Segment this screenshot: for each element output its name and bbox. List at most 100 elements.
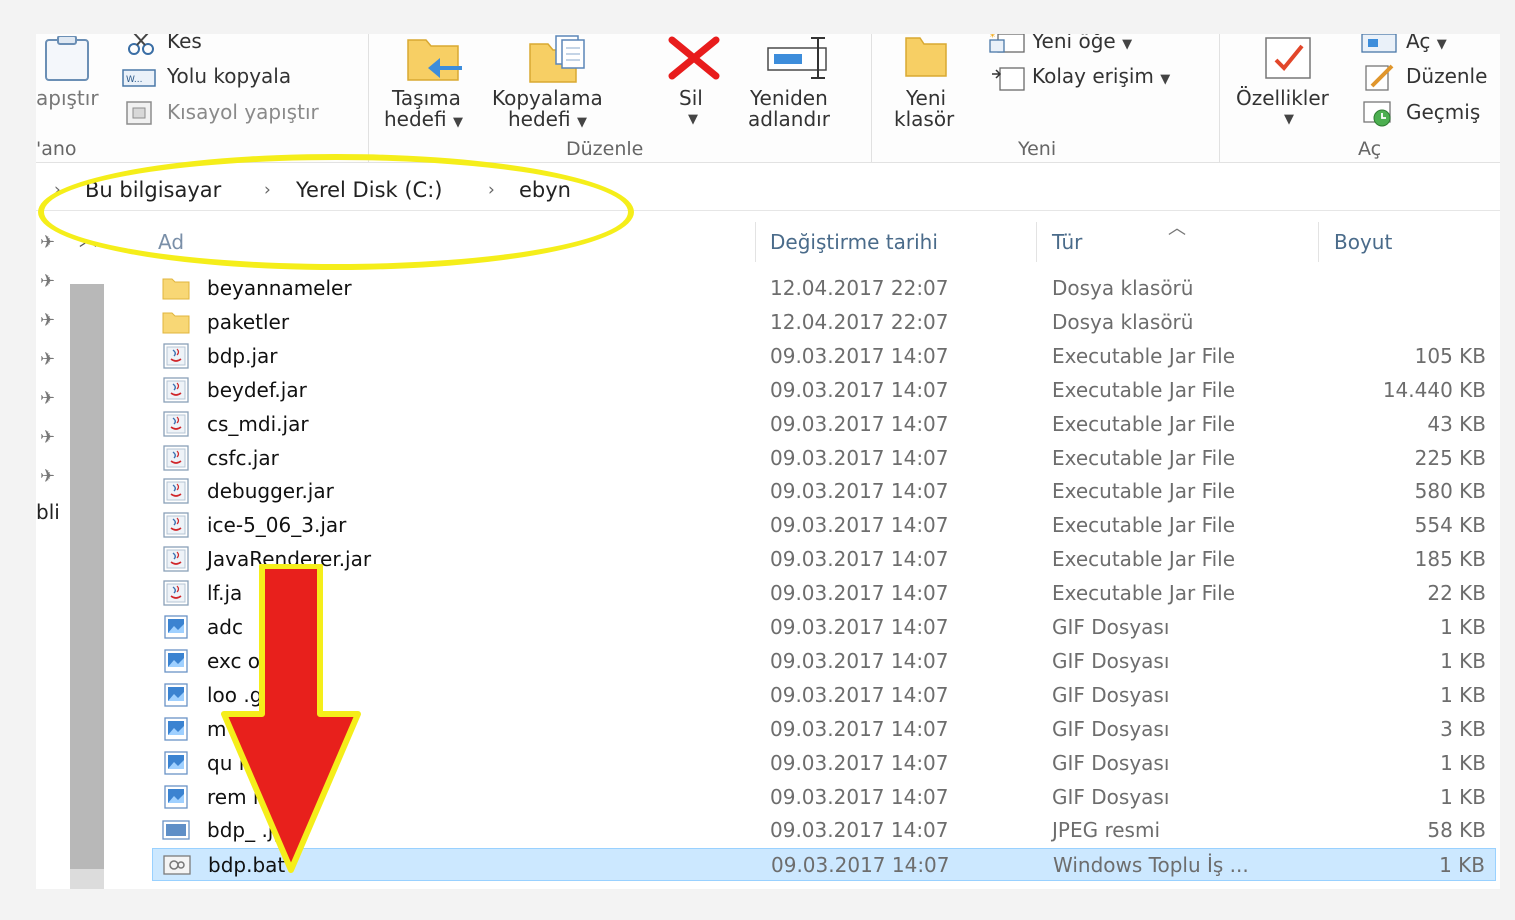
- file-type: GIF Dosyası: [1052, 615, 1170, 639]
- paste-shortcut-button[interactable]: Kısayol yapıştır: [167, 100, 319, 124]
- file-size: 580 KB: [1414, 479, 1486, 504]
- file-type: Executable Jar File: [1052, 479, 1236, 504]
- table-row[interactable]: beyannameler 12.04.2017 22:07 Dosya klasör…: [152, 272, 1496, 305]
- rename-button[interactable]: adlandır: [748, 107, 830, 131]
- column-separator[interactable]: [755, 222, 756, 262]
- easy-access-button[interactable]: Kolay erişim ▼: [1032, 64, 1170, 88]
- scrollbar-thumb[interactable]: [70, 284, 104, 869]
- properties-button[interactable]: Özellikler: [1236, 86, 1329, 110]
- new-folder-button[interactable]: klasör: [894, 107, 954, 131]
- java-jar-icon: [162, 377, 190, 403]
- java-jar-icon: [162, 512, 190, 538]
- file-size: 1 KB: [1440, 682, 1486, 707]
- open-group-label: Aç: [1358, 138, 1382, 160]
- file-date: 09.03.2017 14:07: [770, 411, 949, 436]
- gif-image-icon: [162, 614, 190, 640]
- file-size: 105 KB: [1414, 343, 1486, 368]
- file-size: 554 KB: [1414, 513, 1486, 538]
- pin-icon[interactable]: ✈: [40, 349, 55, 370]
- table-row[interactable]: beydef.jar 09.03.2017 14:07 Executable Jar…: [152, 374, 1496, 407]
- cut-button[interactable]: Kes: [167, 34, 202, 53]
- easy-access-icon: [990, 64, 1026, 96]
- gif-image-icon: [162, 648, 190, 674]
- java-jar-icon: [162, 478, 190, 505]
- file-type: Executable Jar File: [1052, 581, 1236, 606]
- copy-to-label-2[interactable]: hedefi ▼: [508, 107, 587, 131]
- column-separator[interactable]: [1318, 222, 1319, 262]
- column-header-type[interactable]: Tür: [1052, 230, 1082, 254]
- new-item-button[interactable]: Yeni öğe ▼: [1032, 34, 1132, 53]
- file-size: 14.440 KB: [1382, 377, 1486, 402]
- file-type: Dosya klasörü: [1052, 276, 1194, 300]
- folder-icon: [162, 275, 190, 301]
- paste-icon[interactable]: [42, 35, 92, 86]
- file-name: beydef.jar: [207, 377, 307, 402]
- file-size: 58 KB: [1427, 818, 1486, 843]
- pin-icon[interactable]: ✈: [40, 466, 55, 487]
- file-type: Executable Jar File: [1052, 547, 1236, 572]
- file-name: paketler: [207, 309, 290, 334]
- table-row[interactable]: bdp.jar 09.03.2017 14:07 Executable Jar Fi…: [152, 340, 1496, 373]
- table-row[interactable]: csfc.jar 09.03.2017 14:07 Executable Jar F…: [152, 442, 1496, 475]
- file-type: Executable Jar File: [1052, 445, 1236, 470]
- file-type: Executable Jar File: [1052, 411, 1236, 436]
- file-explorer-window: apıştır Kes W... Yolu kopyala Kısayol ya…: [36, 34, 1500, 889]
- red-arrow-annotation: [221, 564, 361, 873]
- gif-image-icon: [162, 784, 190, 810]
- table-row[interactable]: cs_mdi.jar 09.03.2017 14:07 Executable Jar…: [152, 408, 1496, 441]
- column-header-date[interactable]: Değiştirme tarihi: [770, 230, 938, 254]
- table-row[interactable]: paketler 12.04.2017 22:07 Dosya klasörü: [152, 306, 1496, 339]
- copy-path-button[interactable]: Yolu kopyala: [167, 64, 291, 88]
- pin-icon[interactable]: ✈: [40, 388, 55, 409]
- file-type: Executable Jar File: [1052, 343, 1236, 368]
- chevron-down-icon: ▼: [1436, 37, 1447, 52]
- paste-shortcut-icon: [124, 100, 154, 130]
- history-button[interactable]: Geçmiş: [1406, 100, 1480, 124]
- delete-icon[interactable]: [666, 36, 722, 84]
- table-row[interactable]: debugger.jar 09.03.2017 14:07 Executable J…: [152, 475, 1496, 508]
- copy-to-button[interactable]: hedefi: [508, 107, 571, 131]
- paste-button[interactable]: apıştır: [36, 86, 99, 110]
- open-button[interactable]: Aç ▼: [1406, 34, 1447, 53]
- chevron-down-icon: ▼: [1122, 37, 1133, 52]
- properties-icon: [1262, 34, 1316, 86]
- organize-group-label: Düzenle: [566, 138, 644, 160]
- new-group-label: Yeni: [1018, 138, 1057, 160]
- chevron-down-icon: ▼: [452, 115, 463, 130]
- table-row[interactable]: ice-5_06_3.jar 09.03.2017 14:07 Executable…: [152, 509, 1496, 542]
- file-name: cs_mdi.jar: [207, 411, 309, 436]
- pin-icon[interactable]: ✈: [40, 232, 55, 253]
- file-size: 22 KB: [1427, 581, 1486, 606]
- file-date: 09.03.2017 14:07: [770, 615, 949, 639]
- ribbon-separator: [368, 34, 369, 162]
- file-date: 09.03.2017 14:07: [770, 581, 949, 606]
- edit-button[interactable]: Düzenle: [1406, 64, 1487, 88]
- nav-item-label[interactable]: bli: [36, 500, 60, 524]
- file-name: bdp.jar: [207, 343, 278, 368]
- edit-icon: [1362, 62, 1396, 96]
- new-item-icon: *: [988, 34, 1028, 58]
- file-size: 3 KB: [1440, 716, 1486, 741]
- delete-button[interactable]: Sil: [679, 86, 703, 110]
- new-item-label: Yeni öğe: [1032, 34, 1116, 53]
- pin-icon[interactable]: ✈: [40, 310, 55, 331]
- file-type: Dosya klasörü: [1052, 309, 1194, 334]
- file-size: 1 KB: [1440, 784, 1486, 809]
- file-date: 09.03.2017 14:07: [770, 648, 949, 673]
- pin-icon[interactable]: ✈: [40, 427, 55, 448]
- file-size: 185 KB: [1414, 547, 1486, 572]
- sort-ascending-icon: ︿: [1168, 218, 1186, 239]
- move-to-button[interactable]: hedefi: [384, 107, 447, 131]
- column-header-size[interactable]: Boyut: [1334, 230, 1392, 254]
- move-to-label-2[interactable]: hedefi ▼: [384, 107, 463, 131]
- open-label: Aç: [1406, 34, 1431, 53]
- ribbon-separator: [871, 34, 872, 162]
- java-jar-icon: [162, 343, 190, 369]
- file-date: 09.03.2017 14:07: [770, 682, 949, 707]
- column-separator[interactable]: [1036, 222, 1037, 262]
- pin-icon[interactable]: ✈: [40, 271, 55, 292]
- file-size: 1 KB: [1440, 648, 1486, 673]
- file-type: GIF Dosyası: [1052, 784, 1170, 809]
- file-date: 09.03.2017 14:07: [770, 750, 949, 775]
- file-type: Windows Toplu İş ...: [1053, 853, 1249, 878]
